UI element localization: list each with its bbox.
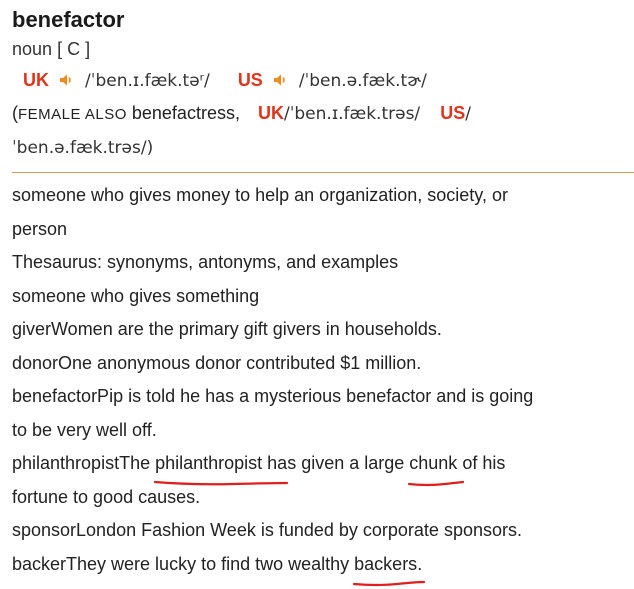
- grammar-code: [ C ]: [57, 39, 91, 59]
- benefactor-example-a: benefactorPip is told he has a mysteriou…: [12, 386, 534, 406]
- part-of-speech: noun: [12, 39, 53, 59]
- backer-period: .: [417, 553, 423, 574]
- giver-example: giverWomen are the primary gift givers i…: [12, 319, 442, 339]
- dictionary-entry: benefactor noun [ C ] UK /ˈben.ɪ.fæk.təʳ…: [12, 6, 634, 587]
- phil-mid: has given a large: [262, 453, 410, 473]
- chunk-word: chunk: [409, 453, 458, 473]
- section-divider: [12, 172, 634, 173]
- female-uk-label: UK: [257, 103, 284, 123]
- backers-underlined: backers: [353, 548, 426, 587]
- definition-line-2: person: [12, 218, 68, 239]
- female-also-label: FEMALE ALSO: [18, 106, 127, 123]
- definition-line-1: someone who gives money to help an organ…: [12, 185, 508, 205]
- female-form-line: (FEMALE ALSO benefactress, UK/ˈben.ɪ.fæk…: [12, 97, 634, 131]
- us-ipa: /ˈben.ə.fæk.tɚ/: [298, 71, 427, 91]
- uk-ipa: /ˈben.ɪ.fæk.təʳ/: [85, 71, 210, 91]
- thesaurus-line: Thesaurus: synonyms, antonyms, and examp…: [12, 252, 399, 272]
- chunk-red-underline: [408, 480, 465, 486]
- female-us-ipa: ˈben.ə.fæk.trəs/): [12, 138, 154, 158]
- headword: benefactor: [12, 7, 125, 32]
- backers-red-underline: [353, 580, 426, 587]
- gives-something-line: someone who gives something: [12, 285, 260, 306]
- philanthropist-example-b: fortune to good causes.: [12, 486, 201, 507]
- donor-example: donorOne anonymous donor contributed $1 …: [12, 352, 422, 373]
- benefactor-example-b: to be very well off.: [12, 419, 157, 440]
- female-us-label: US: [440, 103, 466, 123]
- female-uk-ipa: /ˈben.ɪ.fæk.trəs/: [283, 104, 421, 124]
- philanthropist-underlined: philanthropist: [153, 447, 289, 485]
- philanthropist-word: philanthropist: [155, 453, 263, 473]
- pronunciation-line: UK /ˈben.ɪ.fæk.təʳ/ US /ˈben.ə.fæk.tɚ/: [12, 64, 634, 97]
- philanthropist-red-underline: [153, 480, 289, 485]
- backers-word: backers: [354, 553, 418, 574]
- phil-lead: philanthropistThe: [12, 453, 156, 473]
- backer-example: backerThey were lucky to find two wealth…: [12, 548, 634, 587]
- female-form-line-2: ˈben.ə.fæk.trəs/): [12, 131, 634, 164]
- sponsor-example: sponsorLondon Fashion Week is funded by …: [12, 520, 522, 540]
- uk-label: UK: [23, 70, 50, 90]
- us-label: US: [237, 70, 263, 90]
- philanthropist-example-a: philanthropistThe philanthropist has giv…: [12, 447, 634, 486]
- uk-speaker-icon[interactable]: [58, 66, 74, 86]
- female-us-ipa-slash: /: [465, 104, 471, 124]
- female-form-word: benefactress,: [131, 103, 240, 123]
- phil-tail: of his: [457, 453, 506, 473]
- backer-lead: backerThey were lucky to find two wealth…: [12, 553, 355, 574]
- us-speaker-icon[interactable]: [272, 66, 288, 86]
- chunk-underlined: chunk: [408, 447, 465, 486]
- part-of-speech-line: noun [ C ]: [12, 34, 634, 64]
